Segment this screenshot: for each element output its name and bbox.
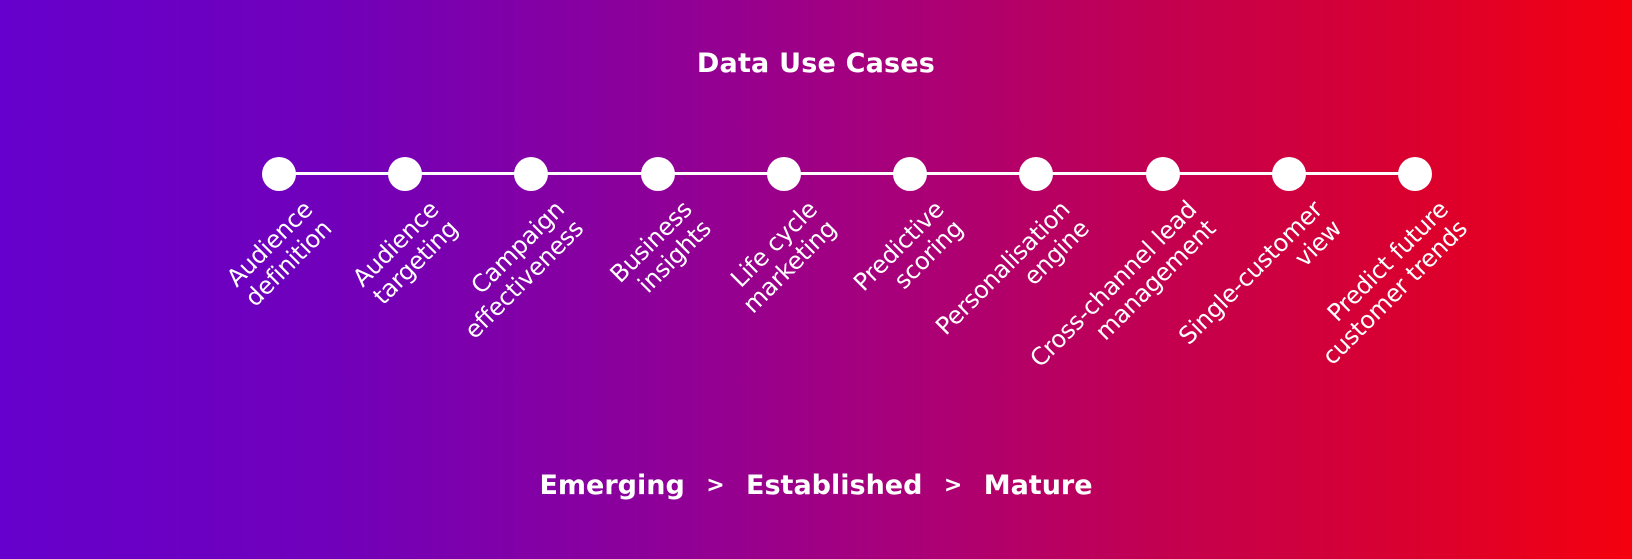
- timeline-node: [1019, 157, 1054, 191]
- timeline-node: [766, 157, 801, 191]
- timeline-label: Audience definition: [221, 195, 337, 312]
- timeline-node: [1145, 157, 1180, 191]
- timeline-node: [388, 157, 423, 191]
- stage-mature: Mature: [983, 470, 1093, 501]
- timeline-label: Business insights: [604, 195, 716, 307]
- timeline-label: Audience targeting: [347, 195, 463, 311]
- timeline-node: [640, 157, 675, 191]
- stage-established: Established: [746, 470, 923, 501]
- timeline-label: Predictive scoring: [848, 195, 968, 316]
- stage-emerging: Emerging: [539, 470, 685, 501]
- diagram-title: Data Use Cases: [696, 48, 936, 79]
- timeline-node: [262, 157, 296, 191]
- timeline-node: [1398, 157, 1432, 191]
- timeline-connector-line: [279, 172, 1415, 175]
- chevron-right-icon: >: [943, 473, 963, 498]
- data-use-cases-diagram: Data Use Cases Audience definition Audienc…: [0, 0, 1632, 559]
- timeline-node: [1271, 157, 1306, 191]
- timeline-node: [893, 157, 928, 191]
- timeline-node: [514, 157, 549, 191]
- timeline-label: Campaign effectiveness: [441, 195, 589, 344]
- maturity-progression: Emerging > Established > Mature: [0, 470, 1632, 501]
- timeline-label: Life cycle marketing: [719, 195, 842, 318]
- chevron-right-icon: >: [706, 473, 725, 498]
